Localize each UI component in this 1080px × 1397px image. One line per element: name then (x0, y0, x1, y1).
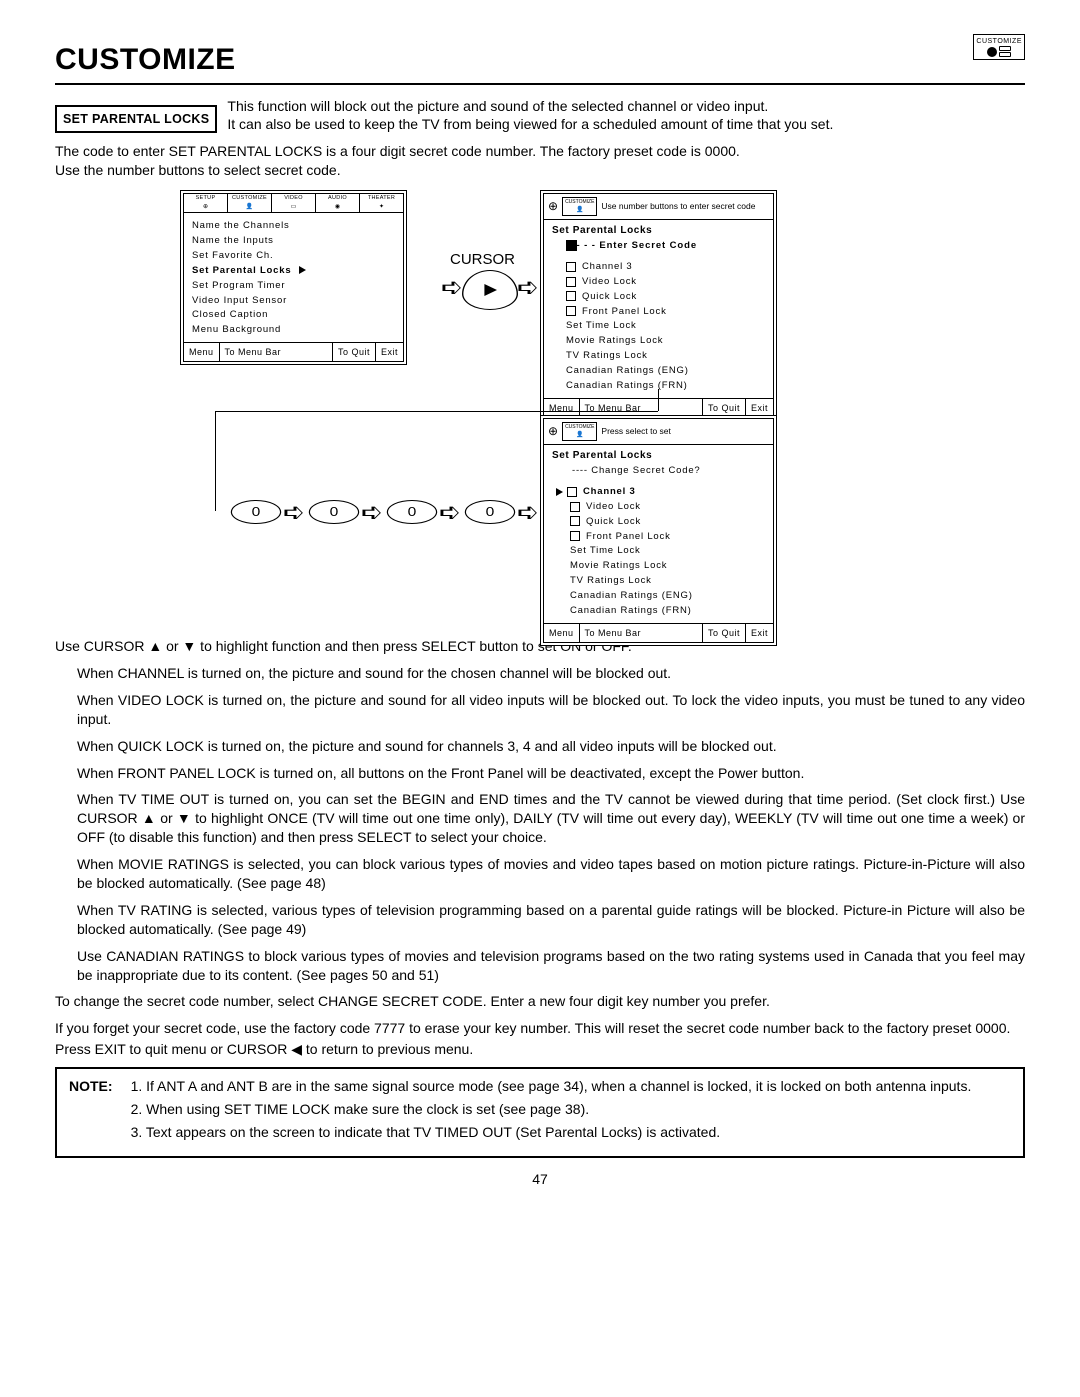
osd-customize-menu: SETUP⊕ CUSTOMIZE👤 VIDEO▭ AUDIO◉ THEATER✦… (180, 190, 407, 365)
arrow-right-icon: ➪ (283, 499, 305, 525)
page-number: 47 (55, 1170, 1025, 1189)
paragraph-front: When FRONT PANEL LOCK is turned on, all … (77, 764, 1025, 783)
note-label: NOTE: (69, 1077, 113, 1146)
arrow-right-icon: ➪ (517, 274, 539, 300)
nav-arrows-icon: ⊕ (548, 423, 558, 439)
paragraph-video: When VIDEO LOCK is turned on, the pictur… (77, 691, 1025, 729)
paragraph-time: When TV TIME OUT is turned on, you can s… (77, 790, 1025, 847)
section-label: SET PARENTAL LOCKS (55, 105, 217, 134)
paragraph-change-code: To change the secret code number, select… (55, 992, 1025, 1011)
arrow-right-icon: ➪ (441, 274, 463, 300)
note-item: 1. If ANT A and ANT B are in the same si… (131, 1077, 972, 1096)
paragraph-canadian: Use CANADIAN RATINGS to block various ty… (77, 947, 1025, 985)
osd-change-code: ⊕ CUSTOMIZE👤 Press select to set Set Par… (540, 415, 777, 646)
digit-0-button: 0 (387, 500, 437, 524)
paragraph-forget-code: If you forget your secret code, use the … (55, 1019, 1025, 1038)
arrow-right-icon: ➪ (361, 499, 383, 525)
paragraph-quick: When QUICK LOCK is turned on, the pictur… (77, 737, 1025, 756)
sliders-icon (999, 46, 1011, 57)
intro-text: This function will block out the picture… (227, 97, 1025, 135)
paragraph-exit: Press EXIT to quit menu or CURSOR ◀ to r… (55, 1040, 1025, 1059)
cursor-label: CURSOR (450, 250, 515, 270)
arrow-right-icon: ➪ (517, 499, 539, 525)
paragraph-tvrating: When TV RATING is selected, various type… (77, 901, 1025, 939)
nav-arrows-icon: ⊕ (548, 198, 558, 214)
note-box: NOTE: 1. If ANT A and ANT B are in the s… (55, 1067, 1025, 1158)
person-icon (987, 47, 997, 57)
digit-0-button: 0 (309, 500, 359, 524)
customize-corner-icon: CUSTOMIZE (973, 34, 1025, 60)
note-item: 3. Text appears on the screen to indicat… (131, 1123, 972, 1142)
digit-0-button: 0 (465, 500, 515, 524)
note-item: 2. When using SET TIME LOCK make sure th… (131, 1100, 972, 1119)
osd-enter-code: ⊕ CUSTOMIZE👤 Use number buttons to enter… (540, 190, 777, 421)
cursor-right-button (462, 270, 518, 310)
paragraph-channel: When CHANNEL is turned on, the picture a… (77, 664, 1025, 683)
page-title: CUSTOMIZE (55, 40, 1025, 85)
arrow-right-icon: ➪ (439, 499, 461, 525)
diagram: SETUP⊕ CUSTOMIZE👤 VIDEO▭ AUDIO◉ THEATER✦… (55, 190, 1025, 625)
paragraph-movie: When MOVIE RATINGS is selected, you can … (77, 855, 1025, 893)
paragraph-code-info: The code to enter SET PARENTAL LOCKS is … (55, 142, 1025, 180)
digit-0-button: 0 (231, 500, 281, 524)
